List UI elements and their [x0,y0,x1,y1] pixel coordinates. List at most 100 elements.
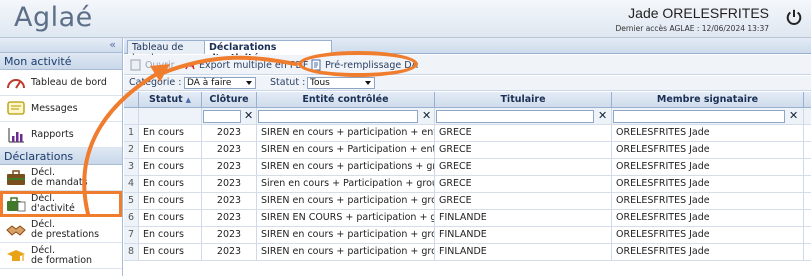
app-header: Aglaé Jade ORELESFRITES Dernier accès AG… [0,0,811,38]
table-cell: SIREN en cours + participation + groupe [257,227,435,243]
filter-bar: Catégorie : DA à faire Statut : Tous [124,76,811,91]
sidebar-item-messages[interactable]: Messages [0,96,122,122]
table-cell: SIREN EN COURS + participation + group [257,210,435,226]
membre-filter-input[interactable] [613,110,785,123]
status-label: Statut : [270,77,306,88]
sidebar-item-rapports[interactable]: Rapports [0,122,122,148]
clear-filter-icon[interactable]: ✕ [422,109,431,123]
table-cell: Siren en cours + Participation + groupe … [257,176,435,192]
document-icon [311,59,321,71]
table-row[interactable]: 1 En cours 2023 SIREN en cours + participat… [124,125,811,142]
col-header-statut[interactable]: Statut ▲ [139,92,202,107]
row-number: 5 [124,193,139,209]
col-header-cloture[interactable]: Clôture [202,92,257,107]
table-cell: SIREN en cours + participation + groupe [257,193,435,209]
entite-filter-input[interactable] [258,110,418,123]
prefill-da-button[interactable]: Pré-remplissage DA [310,58,418,72]
chevron-down-icon [246,81,252,85]
sidebar-item-label: Messages [31,102,78,114]
open-button[interactable]: Ouvrir [130,58,175,72]
export-pdf-button[interactable]: Export multiple en PDF [184,58,308,72]
table-row[interactable]: 5 En cours 2023 SIREN en cours + participat… [124,193,811,210]
tab-declarations-activite[interactable]: Déclarations d'activité× [204,40,332,64]
sidebar-item-decl-activite[interactable]: Décl. d'activité [0,191,122,217]
table-cell: FINLANDE [435,210,612,226]
table-row[interactable]: 6 En cours 2023 SIREN EN COURS + participat… [124,210,811,227]
toolbar: Ouvrir Export multiple en PDF Pré-rempli… [124,55,811,75]
table-cell: 2023 [202,125,257,141]
sidebar-item-decl-formation[interactable]: Décl. de formation [0,243,122,269]
table-cell: FINLANDE [435,227,612,243]
table-cell: 2023 [202,176,257,192]
table-cell: SIREN en cours + participation + entité … [257,125,435,141]
sidebar-item-decl-prestations[interactable]: Décl. de prestations [0,217,122,243]
table-cell: GRECE [435,176,612,192]
table-cell: ORELESFRITES Jade [612,176,804,192]
col-header-membre[interactable]: Membre signataire [612,92,804,107]
category-select[interactable]: DA à faire [184,77,256,89]
sort-asc-icon: ▲ [185,96,192,104]
table-cell: En cours [139,125,202,141]
table-row[interactable]: 4 En cours 2023 Siren en cours + Participat… [124,176,811,193]
row-number: 4 [124,176,139,192]
table-cell: SIREN en cours + participations + group [257,159,435,175]
sidebar-item-label: Tableau de bord [31,76,107,88]
table-cell: ORELESFRITES Jade [612,193,804,209]
table-cell: En cours [139,193,202,209]
tab-tableau-de-bord[interactable]: Tableau de bord [127,40,207,64]
sidebar-item-label: Rapports [31,128,74,140]
table-cell: En cours [139,176,202,192]
table-cell: SIREN en cours + Participation + entitée [257,142,435,158]
sidebar-item-decl-mandats[interactable]: Décl. de mandats [0,165,122,191]
clear-filter-icon[interactable]: ✕ [598,109,607,123]
power-icon[interactable] [785,8,803,26]
last-access: Dernier accès AGLAE : 12/06/2024 13:37 [615,24,769,33]
sidebar-item-label: Décl. d'activité [31,192,75,214]
table-cell: GRECE [435,125,612,141]
table-cell: GRECE [435,193,612,209]
table-cell: ORELESFRITES Jade [612,227,804,243]
row-number: 7 [124,227,139,243]
briefcase-icon [7,169,25,185]
status-select[interactable]: Tous [307,77,375,89]
gauge-icon [7,78,25,89]
table-cell: GRECE [435,142,612,158]
table-row[interactable]: 8 En cours 2023 SIREN en cours + participat… [124,244,811,261]
table-cell: 2023 [202,210,257,226]
table-cell: ORELESFRITES Jade [612,159,804,175]
sidebar: « Mon activité Tableau de bord Messages … [0,38,123,276]
open-doc-icon [130,59,141,71]
tab-bar: Tableau de bord Déclarations d'activité× [124,38,811,64]
grid-filter-row: ✕ ✕ ✕ ✕ [124,108,811,125]
table-cell: 2023 [202,244,257,260]
table-cell: En cours [139,227,202,243]
app-logo: Aglaé [14,2,93,33]
table-cell: ORELESFRITES Jade [612,210,804,226]
table-cell: ORELESFRITES Jade [612,244,804,260]
row-number: 3 [124,159,139,175]
row-number: 8 [124,244,139,260]
clear-filter-icon[interactable]: ✕ [789,109,798,123]
table-row[interactable]: 2 En cours 2023 SIREN en cours + Participat… [124,142,811,159]
titulaire-filter-input[interactable] [436,110,594,123]
table-cell: ORELESFRITES Jade [612,142,804,158]
briefcase-doc-icon [7,196,26,211]
table-cell: En cours [139,159,202,175]
graduation-icon [7,249,25,261]
sidebar-collapse-button[interactable]: « [0,38,122,53]
message-icon [7,100,25,115]
table-cell: 2023 [202,193,257,209]
table-row[interactable]: 7 En cours 2023 SIREN en cours + participat… [124,227,811,244]
user-name: Jade ORELESFRITES [628,5,769,21]
cloture-filter-input[interactable] [203,110,241,123]
sidebar-item-tableau-de-bord[interactable]: Tableau de bord [0,70,122,96]
table-cell: 2023 [202,159,257,175]
row-number: 2 [124,142,139,158]
col-header-titulaire[interactable]: Titulaire [435,92,612,107]
table-cell: FINLANDE [435,244,612,260]
row-number: 6 [124,210,139,226]
clear-filter-icon[interactable]: ✕ [244,109,253,123]
col-header-entite[interactable]: Entité contrôlée [257,92,435,107]
table-row[interactable]: 3 En cours 2023 SIREN en cours + participat… [124,159,811,176]
table-cell: 2023 [202,227,257,243]
